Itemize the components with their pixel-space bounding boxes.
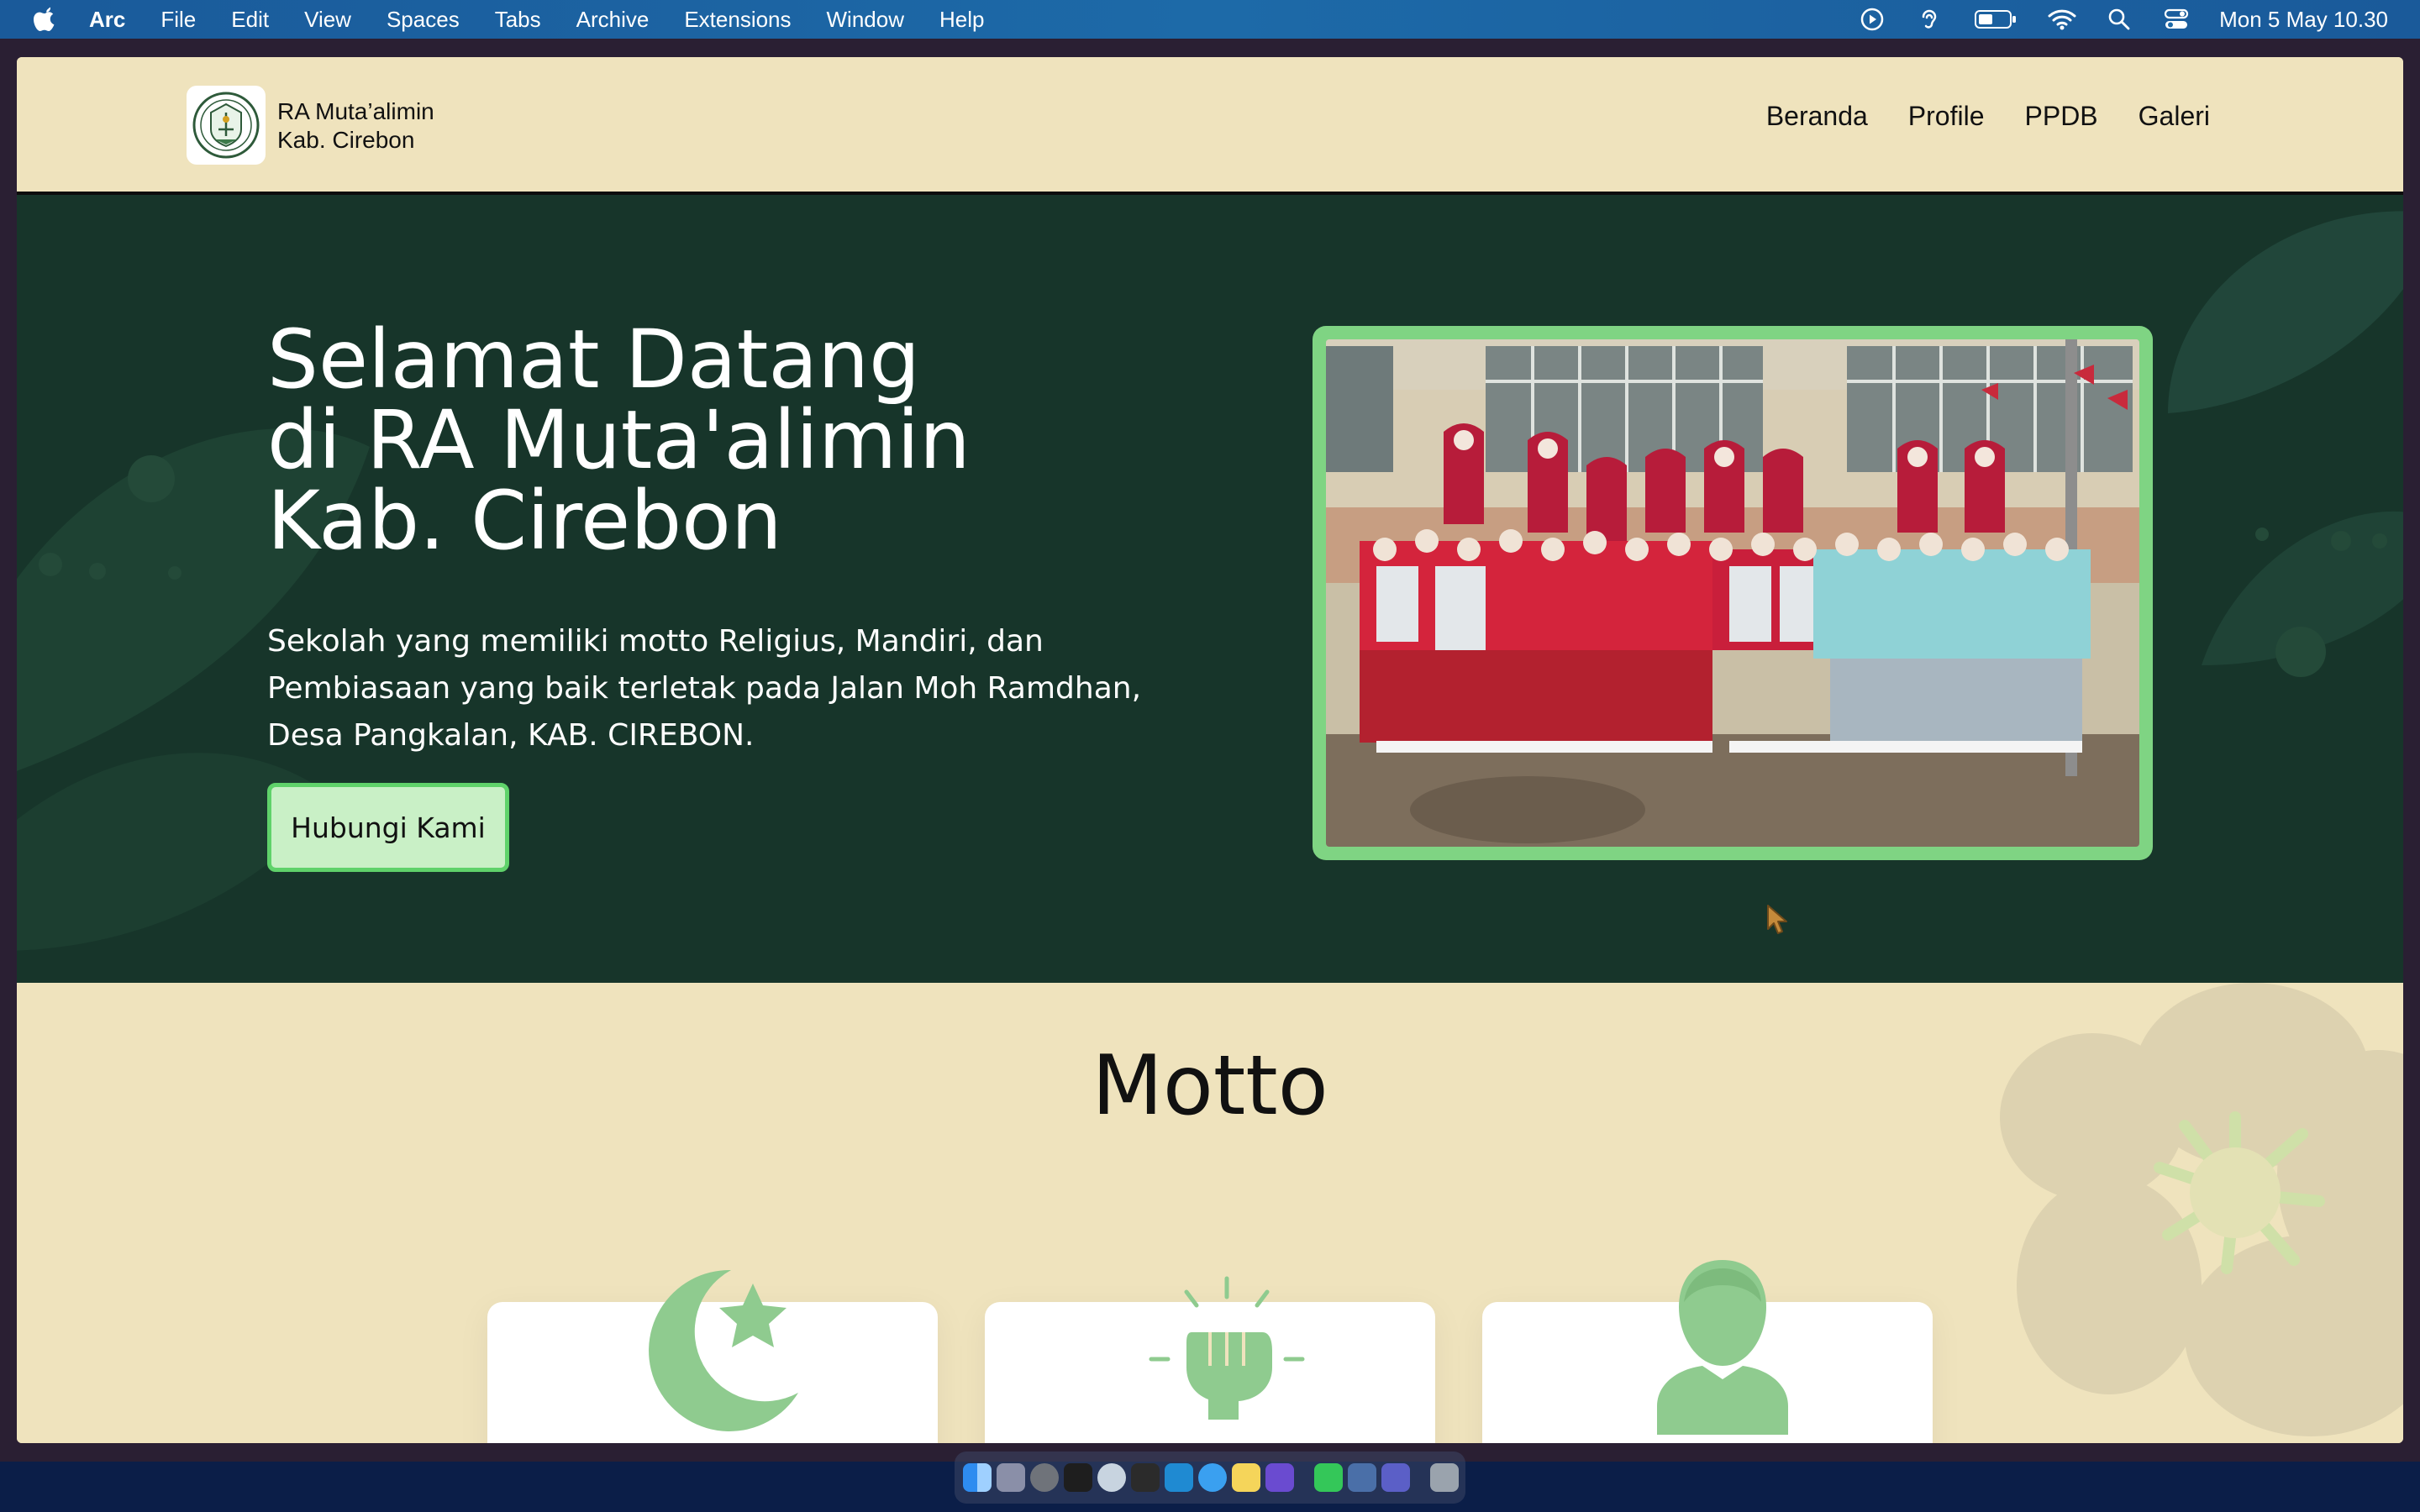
menu-tabs[interactable]: Tabs bbox=[495, 7, 541, 33]
raised-fist-icon bbox=[1149, 1276, 1305, 1420]
hero-title-line-2: di RA Muta'alimin bbox=[267, 393, 971, 487]
trash-icon[interactable] bbox=[1430, 1463, 1459, 1492]
students-group-photo bbox=[1326, 339, 2139, 847]
hearing-icon[interactable] bbox=[1915, 7, 1944, 32]
menu-extensions[interactable]: Extensions bbox=[684, 7, 791, 33]
apple-menu-icon[interactable] bbox=[30, 5, 59, 34]
menu-bar: Arc File Edit View Spaces Tabs Archive E… bbox=[0, 0, 2420, 39]
school-seal-icon bbox=[192, 92, 260, 159]
hero-photo-frame bbox=[1313, 326, 2153, 860]
nav-beranda[interactable]: Beranda bbox=[1766, 101, 1868, 132]
photo-app-icon[interactable] bbox=[1265, 1463, 1294, 1492]
person-icon bbox=[1657, 1260, 1788, 1435]
menu-clock[interactable]: Mon 5 May 10.30 bbox=[2219, 7, 2388, 33]
hero-section: Selamat Datang di RA Muta'alimin Kab. Ci… bbox=[17, 195, 2403, 983]
hero-title: Selamat Datang di RA Muta'alimin Kab. Ci… bbox=[267, 319, 1023, 561]
site-header: RA Muta’alimin Kab. Cirebon Beranda Prof… bbox=[17, 57, 2403, 195]
remote-desktop-icon[interactable] bbox=[1348, 1463, 1376, 1492]
vscode-icon[interactable] bbox=[1165, 1463, 1193, 1492]
menu-archive[interactable]: Archive bbox=[576, 7, 650, 33]
motto-title: Motto bbox=[1092, 1038, 1328, 1134]
console-icon[interactable] bbox=[1131, 1463, 1160, 1492]
hero-description: Sekolah yang memiliki motto Religius, Ma… bbox=[267, 624, 1142, 753]
terminal-icon[interactable] bbox=[1064, 1463, 1092, 1492]
whatsapp-icon[interactable] bbox=[1314, 1463, 1343, 1492]
teams-icon[interactable] bbox=[1381, 1463, 1410, 1492]
crescent-star-icon bbox=[649, 1269, 798, 1431]
notes-icon[interactable] bbox=[1232, 1463, 1260, 1492]
battery-icon[interactable] bbox=[1972, 7, 2019, 32]
nav-profile[interactable]: Profile bbox=[1908, 101, 1985, 132]
menu-view[interactable]: View bbox=[304, 7, 351, 33]
menu-window[interactable]: Window bbox=[827, 7, 904, 33]
menu-spaces[interactable]: Spaces bbox=[387, 7, 460, 33]
school-logo[interactable] bbox=[187, 86, 266, 165]
browser-window: RA Muta’alimin Kab. Cirebon Beranda Prof… bbox=[0, 39, 2420, 1462]
menu-file[interactable]: File bbox=[160, 7, 196, 33]
nav-ppdb[interactable]: PPDB bbox=[2025, 101, 2098, 132]
wifi-icon[interactable] bbox=[2048, 7, 2076, 32]
play-circle-icon[interactable] bbox=[1858, 7, 1886, 32]
web-page: RA Muta’alimin Kab. Cirebon Beranda Prof… bbox=[17, 57, 2403, 1443]
system-settings-icon[interactable] bbox=[1030, 1463, 1059, 1492]
school-name[interactable]: RA Muta’alimin Kab. Cirebon bbox=[277, 97, 434, 155]
menu-app-name[interactable]: Arc bbox=[89, 7, 125, 33]
contact-us-button[interactable]: Hubungi Kami bbox=[267, 783, 509, 872]
hero-title-line-1: Selamat Datang bbox=[267, 312, 920, 407]
brand-line-2: Kab. Cirebon bbox=[277, 127, 415, 153]
disk-utility-icon[interactable] bbox=[1097, 1463, 1126, 1492]
menu-help[interactable]: Help bbox=[939, 7, 984, 33]
nav-galeri[interactable]: Galeri bbox=[2139, 101, 2210, 132]
control-center-icon[interactable] bbox=[2162, 7, 2191, 32]
menu-edit[interactable]: Edit bbox=[231, 7, 269, 33]
hero-title-line-3: Kab. Cirebon bbox=[267, 474, 782, 568]
main-nav: Beranda Profile PPDB Galeri bbox=[1766, 101, 2210, 132]
dock bbox=[955, 1452, 1465, 1504]
motto-section: Motto bbox=[17, 983, 2403, 1443]
search-icon[interactable] bbox=[2105, 7, 2133, 32]
launchpad-icon[interactable] bbox=[997, 1463, 1025, 1492]
finder-icon[interactable] bbox=[963, 1463, 992, 1492]
status-area: Mon 5 May 10.30 bbox=[1858, 0, 2388, 39]
brand-line-1: RA Muta’alimin bbox=[277, 98, 434, 124]
safari-icon[interactable] bbox=[1198, 1463, 1227, 1492]
mouse-cursor-icon bbox=[1767, 905, 1787, 934]
